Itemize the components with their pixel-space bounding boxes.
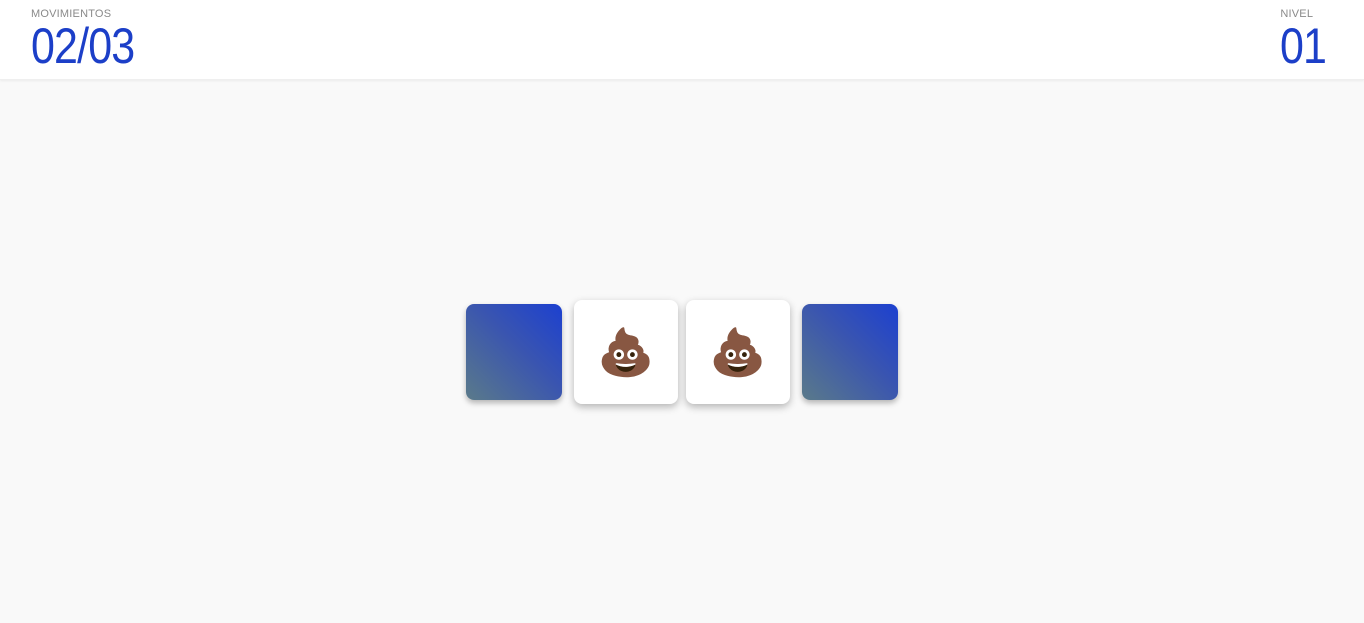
moves-counter: MOVIMIENTOS 02/03 bbox=[31, 8, 151, 72]
card-1-face-down[interactable] bbox=[466, 304, 562, 400]
top-bar: MOVIMIENTOS 02/03 NIVEL 01 bbox=[0, 0, 1364, 80]
game-board: 💩 💩 bbox=[0, 79, 1364, 623]
level-counter: NIVEL 01 bbox=[1280, 8, 1334, 72]
card-4-face-down[interactable] bbox=[802, 304, 898, 400]
level-value: 01 bbox=[1280, 18, 1327, 74]
pile-of-poo-icon: 💩 bbox=[597, 326, 655, 378]
card-3-face-up[interactable]: 💩 bbox=[686, 300, 790, 404]
card-2-face-up[interactable]: 💩 bbox=[574, 300, 678, 404]
moves-value: 02/03 bbox=[31, 18, 135, 74]
pile-of-poo-icon: 💩 bbox=[709, 326, 767, 378]
